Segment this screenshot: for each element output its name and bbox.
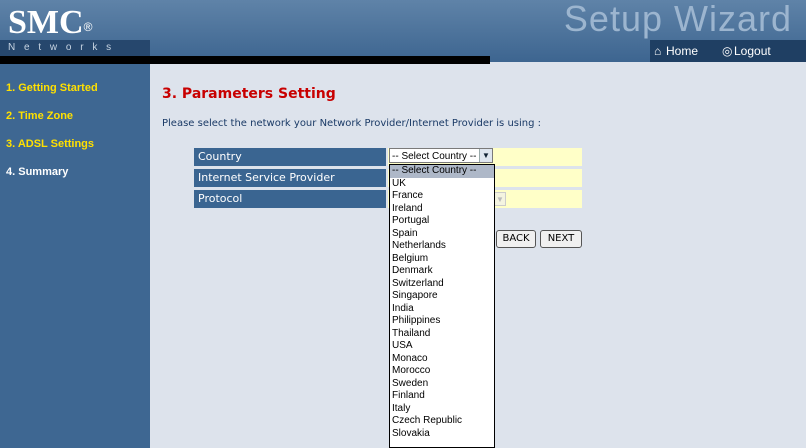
home-link[interactable]: Home <box>666 40 698 62</box>
top-nav: ⌂ Home ◎ Logout <box>650 40 806 62</box>
sidebar-item-summary[interactable]: 4. Summary <box>6 166 68 178</box>
country-option[interactable]: Finland <box>390 390 494 403</box>
header-divider <box>0 56 490 64</box>
country-option[interactable]: Denmark <box>390 265 494 278</box>
setup-wizard-title: Setup Wizard <box>563 0 792 39</box>
logout-icon[interactable]: ◎ <box>722 40 732 62</box>
country-select[interactable]: -- Select Country -- ▼ <box>389 148 493 163</box>
isp-label: Internet Service Provider <box>194 169 386 187</box>
sidebar-item-time-zone[interactable]: 2. Time Zone <box>6 110 73 122</box>
country-option[interactable]: Monaco <box>390 353 494 366</box>
header: SMC® N e t w o r k s Setup Wizard ⌂ Home… <box>0 0 806 62</box>
country-option[interactable]: France <box>390 190 494 203</box>
next-button[interactable]: NEXT <box>540 230 582 248</box>
chevron-down-icon[interactable]: ▼ <box>479 149 492 162</box>
country-option[interactable]: Ireland <box>390 203 494 216</box>
country-label: Country <box>194 148 386 166</box>
back-button[interactable]: BACK <box>496 230 536 248</box>
protocol-chevron-down-icon: ▼ <box>494 192 506 206</box>
country-option[interactable]: Italy <box>390 403 494 416</box>
country-option[interactable]: India <box>390 303 494 316</box>
country-option[interactable]: Slovakia <box>390 428 494 441</box>
country-option[interactable]: USA <box>390 340 494 353</box>
country-option[interactable]: Belgium <box>390 253 494 266</box>
smc-logo: SMC® <box>8 6 92 40</box>
sidebar-item-adsl-settings[interactable]: 3. ADSL Settings <box>6 138 94 150</box>
country-option[interactable]: UK <box>390 178 494 191</box>
registered-mark: ® <box>83 20 93 34</box>
country-option[interactable]: Spain <box>390 228 494 241</box>
country-option[interactable]: Morocco <box>390 365 494 378</box>
sidebar-item-getting-started[interactable]: 1. Getting Started <box>6 82 98 94</box>
country-option[interactable]: -- Select Country -- <box>390 165 494 178</box>
country-dropdown-list: -- Select Country -- UK France Ireland P… <box>389 164 495 448</box>
country-option[interactable]: Czech Republic <box>390 415 494 428</box>
country-option[interactable]: Switzerland <box>390 278 494 291</box>
page-title: 3. Parameters Setting <box>162 86 336 102</box>
country-option[interactable]: Sweden <box>390 378 494 391</box>
protocol-label: Protocol <box>194 190 386 208</box>
instruction-text: Please select the network your Network P… <box>162 118 541 129</box>
logout-link[interactable]: Logout <box>734 40 771 62</box>
sidebar: 1. Getting Started 2. Time Zone 3. ADSL … <box>0 64 150 448</box>
country-option[interactable]: Thailand <box>390 328 494 341</box>
networks-subtitle: N e t w o r k s <box>0 40 150 56</box>
country-option[interactable]: Netherlands <box>390 240 494 253</box>
country-select-value: -- Select Country -- <box>392 151 477 162</box>
country-option[interactable]: Philippines <box>390 315 494 328</box>
country-option[interactable]: Portugal <box>390 215 494 228</box>
logo-text: SMC <box>8 4 84 41</box>
country-option[interactable]: Singapore <box>390 290 494 303</box>
home-icon[interactable]: ⌂ <box>654 40 661 62</box>
